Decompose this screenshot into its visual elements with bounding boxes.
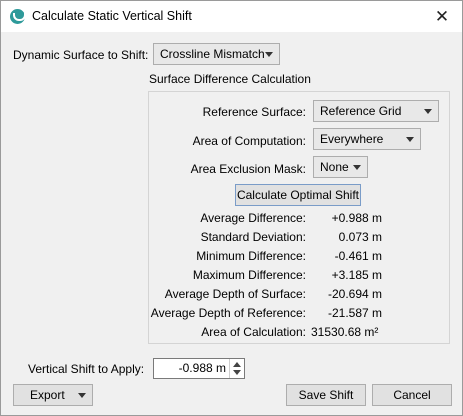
section-title: Surface Difference Calculation xyxy=(149,72,311,86)
area-of-computation-value: Everywhere xyxy=(320,132,384,146)
spin-arrows[interactable] xyxy=(229,359,244,378)
stat-value: +3.185 m xyxy=(331,268,382,282)
stat-label: Average Difference: xyxy=(200,211,306,225)
stat-label: Standard Deviation: xyxy=(200,230,306,244)
exclusion-mask-label: Area Exclusion Mask: xyxy=(190,162,306,176)
reference-surface-label: Reference Surface: xyxy=(202,105,306,119)
stat-value: 0.073 m xyxy=(338,230,382,244)
exclusion-mask-dropdown[interactable]: None xyxy=(313,156,368,178)
save-shift-button[interactable]: Save Shift xyxy=(286,384,366,406)
chevron-down-icon xyxy=(424,109,432,114)
dialog-window: Calculate Static Vertical Shift ✕ Dynami… xyxy=(0,0,463,416)
vertical-shift-label: Vertical Shift to Apply: xyxy=(28,362,145,376)
app-icon xyxy=(10,9,26,24)
stat-value: -0.461 m xyxy=(334,249,382,263)
spin-up-icon[interactable] xyxy=(233,362,241,367)
export-label: Export xyxy=(30,388,65,402)
dynamic-surface-label: Dynamic Surface to Shift: xyxy=(13,48,149,62)
chevron-down-icon xyxy=(353,165,361,170)
chevron-down-icon xyxy=(406,137,414,142)
reference-surface-value: Reference Grid xyxy=(320,104,402,118)
close-button[interactable]: ✕ xyxy=(422,1,462,32)
dynamic-surface-value: Crossline Mismatch xyxy=(160,47,265,61)
window-title: Calculate Static Vertical Shift xyxy=(32,9,192,23)
title-bar: Calculate Static Vertical Shift ✕ xyxy=(1,1,462,32)
area-of-computation-dropdown[interactable]: Everywhere xyxy=(313,128,421,150)
stat-value: -20.694 m xyxy=(327,287,382,301)
stat-label: Average Depth of Reference: xyxy=(150,306,306,320)
cancel-button[interactable]: Cancel xyxy=(372,384,452,406)
vertical-shift-spinbox[interactable]: -0.988 m xyxy=(153,358,245,379)
dynamic-surface-dropdown[interactable]: Crossline Mismatch xyxy=(153,43,280,65)
spin-down-icon[interactable] xyxy=(233,370,241,375)
exclusion-mask-value: None xyxy=(320,160,349,174)
chevron-down-icon xyxy=(78,393,86,398)
chevron-down-icon xyxy=(265,52,273,57)
export-button[interactable]: Export xyxy=(13,384,93,406)
stat-value: +0.988 m xyxy=(331,211,382,225)
calculate-optimal-shift-button[interactable]: Calculate Optimal Shift xyxy=(235,184,361,206)
stat-value: 31530.68 m² xyxy=(311,325,379,339)
close-icon: ✕ xyxy=(434,7,450,26)
stat-label: Area of Calculation: xyxy=(201,325,306,339)
stat-label: Average Depth of Surface: xyxy=(164,287,306,301)
vertical-shift-value: -0.988 m xyxy=(178,361,226,375)
reference-surface-dropdown[interactable]: Reference Grid xyxy=(313,100,439,122)
stat-label: Minimum Difference: xyxy=(196,249,306,263)
area-of-computation-label: Area of Computation: xyxy=(192,134,306,148)
stat-value: -21.587 m xyxy=(327,306,382,320)
stat-label: Maximum Difference: xyxy=(192,268,306,282)
